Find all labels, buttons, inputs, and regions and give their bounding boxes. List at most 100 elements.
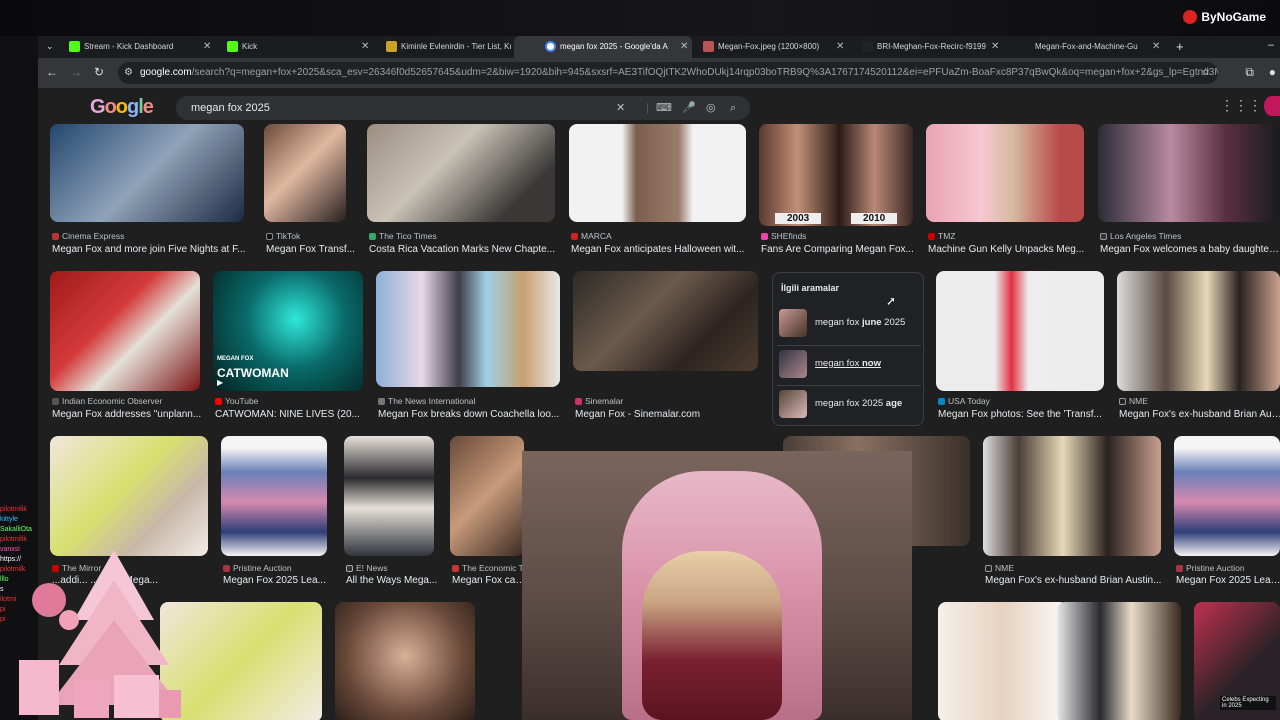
image-result[interactable]: MEGAN FOX CATWOMAN ▶ YouTube CATWOMAN: N… [213, 271, 363, 425]
result-title[interactable]: Megan Fox 2025 Leaf ... [1176, 575, 1280, 586]
result-image[interactable]: MEGAN FOX CATWOMAN ▶ [213, 271, 363, 391]
result-source: Indian Economic Observer [52, 396, 162, 406]
profile-icon[interactable]: ● [1269, 65, 1276, 79]
tab-megan-mgk[interactable]: Megan-Fox-and-Machine-Gu ✕ [989, 36, 1167, 58]
result-image[interactable] [160, 602, 322, 720]
image-result[interactable]: TMZ Machine Gun Kelly Unpacks Meg... [926, 124, 1084, 264]
related-search-item[interactable]: megan fox june 2025 [777, 305, 921, 341]
image-result[interactable]: The News International Megan Fox breaks … [376, 271, 560, 425]
image-result[interactable]: Indian Economic Observer Megan Fox addre… [50, 271, 202, 425]
image-result[interactable]: Celebs Expecting in 2025 [1194, 602, 1280, 720]
google-apps-icon[interactable]: ⋮⋮⋮ [1220, 97, 1262, 114]
image-result[interactable]: 2003 2010 SHEfinds Fans Are Comparing Me… [759, 124, 914, 264]
result-title[interactable]: CATWOMAN: NINE LIVES (20... [215, 409, 365, 420]
result-image[interactable] [367, 124, 555, 222]
result-title[interactable]: Megan Fox and more join Five Nights at F… [52, 244, 246, 255]
result-title[interactable]: All the Ways Mega... [346, 575, 442, 586]
result-image[interactable] [569, 124, 746, 222]
result-image[interactable] [1057, 602, 1181, 720]
url-input[interactable]: ⚙ google.com/search?q=megan+fox+2025&sca… [118, 62, 1218, 84]
result-image[interactable] [573, 271, 758, 371]
result-title[interactable]: Megan Fox breaks down Coachella loo... [378, 409, 562, 420]
image-result[interactable] [938, 602, 1068, 720]
bookmark-star-icon[interactable]: ☆ [1201, 62, 1210, 84]
result-image[interactable] [936, 271, 1104, 391]
tab-kick[interactable]: Kick ✕ [196, 36, 374, 58]
result-image[interactable] [376, 271, 560, 387]
tab-google-search[interactable]: megan fox 2025 - Google'da A ✕ [514, 36, 692, 58]
result-image[interactable] [221, 436, 327, 556]
result-image[interactable] [50, 271, 200, 391]
image-result[interactable] [335, 602, 475, 720]
result-title[interactable]: Megan Fox's ex-husband Brian Austin... [985, 575, 1165, 586]
result-title[interactable]: Megan Fox photos: See the 'Transf... [938, 409, 1106, 420]
image-result[interactable]: NME Megan Fox's ex-husband Brian Austi..… [1117, 271, 1280, 425]
result-title[interactable]: Megan Fox cast... [452, 575, 526, 586]
result-title[interactable]: Megan Fox 2025 Lea... [223, 575, 333, 586]
image-result[interactable]: Cinema Express Megan Fox and more join F… [50, 124, 246, 264]
image-result[interactable]: Pristine Auction Megan Fox 2025 Leaf ... [1174, 436, 1280, 590]
extensions-icon[interactable]: ⧉ [1245, 65, 1254, 80]
new-tab-icon[interactable]: + [1176, 39, 1184, 54]
minimize-window-icon[interactable]: – [1268, 39, 1274, 51]
result-title[interactable]: Megan Fox Transf... [266, 244, 356, 255]
source-favicon-icon [575, 397, 582, 405]
image-result[interactable]: MARCA Megan Fox anticipates Halloween wi… [569, 124, 746, 264]
tab-kick-dashboard[interactable]: Stream - Kick Dashboard ✕ [38, 36, 216, 58]
result-image[interactable]: 2003 2010 [759, 124, 913, 226]
tab-megan-fox-jpeg[interactable]: Megan-Fox.jpeg (1200×800) ✕ [672, 36, 850, 58]
result-image[interactable] [983, 436, 1161, 556]
keyboard-icon[interactable]: ⌨ [656, 96, 672, 120]
microphone-icon[interactable]: 🎤 [682, 96, 696, 120]
image-result[interactable]: Los Angeles Times Megan Fox welcomes a b… [1098, 124, 1280, 264]
kick-icon [227, 41, 238, 52]
result-image[interactable]: Celebs Expecting in 2025 [1194, 602, 1280, 720]
account-avatar[interactable] [1264, 96, 1280, 116]
source-favicon-icon [938, 397, 945, 405]
result-image[interactable] [1174, 436, 1280, 556]
result-image[interactable] [450, 436, 524, 556]
image-result[interactable]: NME Megan Fox's ex-husband Brian Austin.… [983, 436, 1161, 590]
image-result[interactable] [1057, 602, 1181, 720]
result-image[interactable] [264, 124, 346, 222]
google-doodle-logo[interactable]: Google [90, 96, 154, 119]
reload-icon[interactable]: ↻ [94, 65, 104, 79]
site-info-icon[interactable]: ⚙ [124, 62, 133, 84]
image-result[interactable]: TikTok Megan Fox Transf... [264, 124, 355, 264]
close-tab-icon[interactable]: ✕ [1152, 41, 1160, 52]
forward-icon[interactable]: → [70, 65, 82, 79]
image-result[interactable]: USA Today Megan Fox photos: See the 'Tra… [936, 271, 1104, 425]
related-search-item[interactable]: megan fox 2025 age [777, 385, 921, 421]
result-title[interactable]: Machine Gun Kelly Unpacks Meg... [928, 244, 1088, 255]
lens-icon[interactable]: ◎ [706, 96, 716, 120]
image-result[interactable]: Pristine Auction Megan Fox 2025 Lea... [221, 436, 327, 590]
result-image[interactable] [938, 602, 1068, 720]
result-image[interactable] [335, 602, 475, 720]
search-icon[interactable]: ⌕ [730, 96, 736, 120]
image-result[interactable] [160, 602, 322, 720]
result-title[interactable]: Megan Fox welcomes a baby daughter wi... [1100, 244, 1280, 255]
image-result[interactable]: The Tico Times Costa Rica Vacation Marks… [367, 124, 555, 264]
result-title[interactable]: Fans Are Comparing Megan Fox... [761, 244, 921, 255]
result-image[interactable] [1117, 271, 1280, 391]
back-icon[interactable]: ← [46, 65, 58, 79]
result-title[interactable]: Megan Fox - Sinemalar.com [575, 409, 760, 420]
result-title[interactable]: Megan Fox anticipates Halloween wit... [571, 244, 751, 255]
clear-search-icon[interactable]: ✕ [616, 96, 625, 120]
tab-bri-meghan[interactable]: BRI-Meghan-Fox-Recirc-f9199 ✕ [831, 36, 1009, 58]
search-input[interactable]: megan fox 2025 ✕ | ⌨ 🎤 ◎ ⌕ [176, 96, 750, 120]
image-result[interactable]: The Economic T Megan Fox cast... [450, 436, 526, 590]
result-image[interactable] [50, 436, 208, 556]
related-search-item[interactable]: megan fox now [777, 345, 921, 381]
tab-tier-list[interactable]: Kiminle Evlenirdin - Tier List, Kı ✕ [355, 36, 533, 58]
result-title[interactable]: Megan Fox addresses "unplann... [52, 409, 202, 420]
image-result[interactable]: Sinemalar Megan Fox - Sinemalar.com [573, 271, 758, 425]
result-source: USA Today [938, 396, 990, 406]
result-image[interactable] [1098, 124, 1280, 222]
result-image[interactable] [926, 124, 1084, 222]
result-image[interactable] [50, 124, 244, 222]
result-title[interactable]: Megan Fox's ex-husband Brian Austi... [1119, 409, 1280, 420]
result-image[interactable] [344, 436, 434, 556]
result-title[interactable]: Costa Rica Vacation Marks New Chapte... [369, 244, 559, 255]
image-result[interactable]: E! News All the Ways Mega... [344, 436, 437, 590]
